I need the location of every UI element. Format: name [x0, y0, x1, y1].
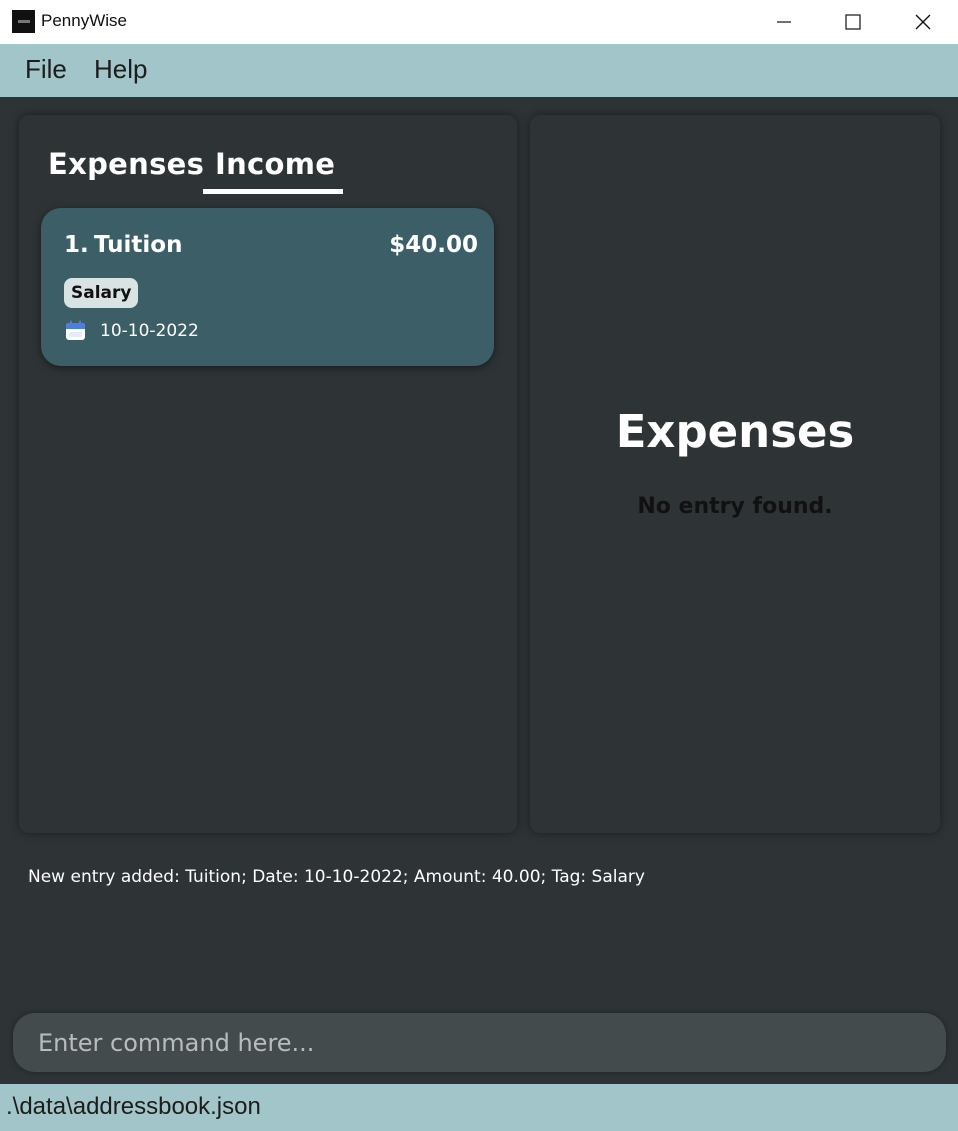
menu-bar: File Help [0, 44, 958, 97]
entry-amount: $40.00 [389, 232, 478, 258]
menu-help[interactable]: Help [94, 54, 147, 85]
status-bar: .\data\addressbook.json [0, 1084, 958, 1131]
title-bar: PennyWise [0, 0, 958, 44]
data-file-path: .\data\addressbook.json [6, 1093, 261, 1120]
maximize-button[interactable] [818, 0, 888, 44]
entry-list-panel: Expenses Income 1. Tuition $40.00 Salary… [19, 115, 517, 833]
selected-tab-indicator [203, 189, 343, 194]
entry-index: 1. [64, 232, 89, 258]
minimize-icon [777, 21, 791, 23]
entry-tag: Salary [64, 278, 139, 308]
minimize-button[interactable] [749, 0, 819, 44]
entry-date: 10-10-2022 [100, 321, 199, 341]
entry-name: Tuition [94, 232, 183, 258]
close-button[interactable] [888, 0, 958, 44]
tab-income[interactable]: Income [215, 147, 335, 181]
empty-message: No entry found. [637, 494, 833, 519]
entry-card[interactable]: 1. Tuition $40.00 Salary 10-10-2022 [41, 208, 494, 366]
summary-panel: Expenses No entry found. [530, 115, 940, 833]
summary-title: Expenses [615, 405, 855, 458]
tab-expenses[interactable]: Expenses [48, 147, 204, 181]
menu-file[interactable]: File [25, 54, 67, 85]
calendar-icon [66, 320, 85, 340]
close-icon [915, 14, 931, 30]
result-message: New entry added: Tuition; Date: 10-10-20… [28, 867, 645, 887]
window-title: PennyWise [41, 11, 127, 30]
maximize-icon [845, 14, 861, 30]
app-icon [12, 10, 35, 33]
command-input[interactable] [13, 1013, 946, 1072]
